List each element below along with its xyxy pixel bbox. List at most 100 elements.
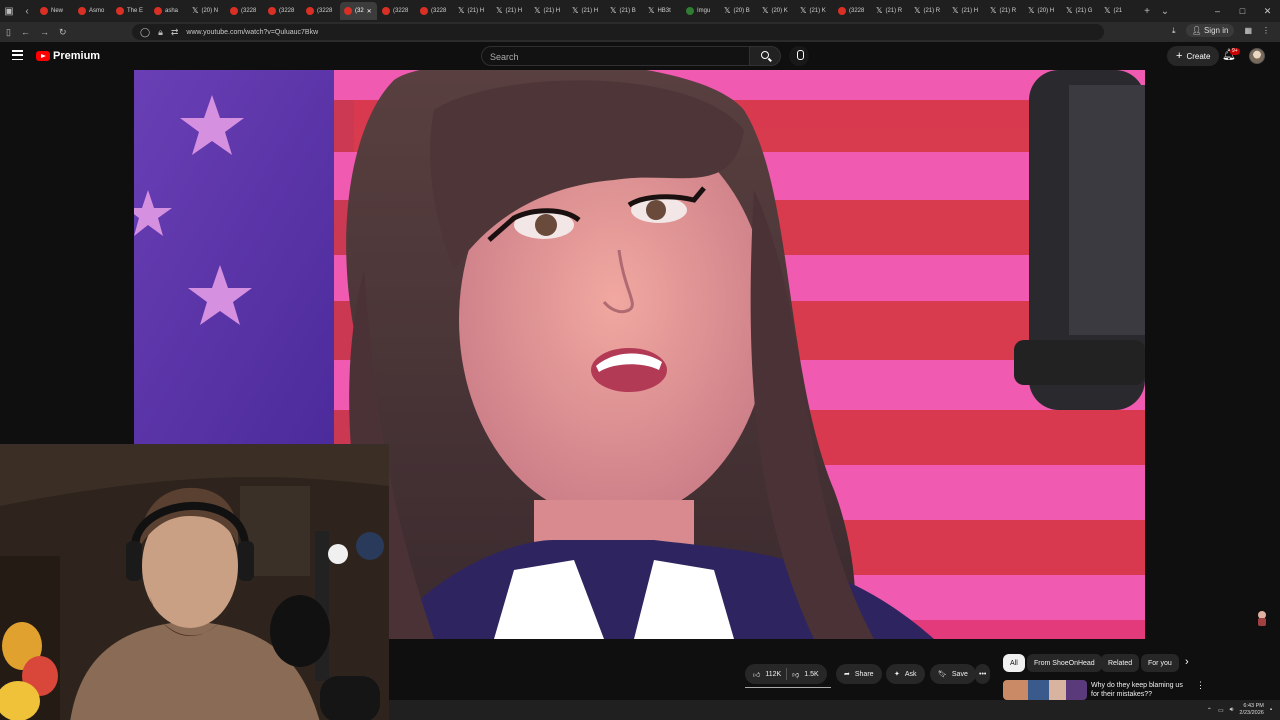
tray-chevron-icon[interactable]: ⌃ xyxy=(1207,707,1212,714)
browser-tab[interactable]: 𝕏 (21 xyxy=(1100,2,1137,20)
x-icon: 𝕏 xyxy=(876,6,883,15)
browser-tab[interactable]: 𝕏 (21) R xyxy=(872,2,909,20)
browser-tab[interactable]: (3228 xyxy=(378,2,415,20)
browser-tab[interactable]: 𝕏 (20) K xyxy=(758,2,795,20)
close-window-button[interactable]: ✕ xyxy=(1255,0,1280,22)
tab-label: The E xyxy=(127,8,144,14)
recommendation-thumbnail[interactable] xyxy=(1003,680,1087,700)
tab-label: (20) B xyxy=(733,8,750,14)
browser-tab[interactable]: 𝕏 (20) H xyxy=(1024,2,1061,20)
browser-tab[interactable]: (3228 xyxy=(416,2,453,20)
tab-list: New Asmo The Easha 𝕏 (20) N (3228 (3228 (3228 (3… xyxy=(36,2,1138,20)
more-actions-button[interactable]: ••• xyxy=(975,664,991,684)
browser-tab[interactable]: 𝕏 (21) H xyxy=(492,2,529,20)
webcam-frame xyxy=(0,446,389,720)
image-icon xyxy=(686,7,694,15)
tab-actions-icon[interactable]: ▣ xyxy=(0,6,18,17)
back-icon[interactable]: ← xyxy=(21,27,30,37)
account-avatar[interactable] xyxy=(1249,48,1265,64)
chevron-right-icon[interactable]: › xyxy=(1185,656,1189,668)
browser-tab[interactable]: 𝕏 (21) H xyxy=(530,2,567,20)
thumbs-down-icon: 👎︎ xyxy=(792,671,800,679)
chip-all[interactable]: All xyxy=(1003,654,1025,672)
minimize-button[interactable]: – xyxy=(1205,0,1230,22)
save-button[interactable]: 🔖︎ Save xyxy=(930,664,976,684)
browser-tab[interactable]: 𝕏 (20) B xyxy=(720,2,757,20)
download-icon[interactable]: ⤓ xyxy=(1172,26,1176,36)
browser-tab[interactable]: (3228 xyxy=(302,2,339,20)
x-icon: 𝕏 xyxy=(914,6,921,15)
like-button[interactable]: 👍︎ 112K xyxy=(753,670,781,679)
like-count: 112K xyxy=(765,670,782,678)
browser-tab[interactable]: Imgu xyxy=(682,2,719,20)
x-icon: 𝕏 xyxy=(534,6,541,15)
x-icon: 𝕏 xyxy=(648,6,655,15)
tab-list-button[interactable]: ⌄ xyxy=(1156,6,1174,17)
create-button[interactable]: + Create xyxy=(1167,46,1220,66)
chip-from-channel[interactable]: From ShoeOnHead xyxy=(1027,654,1102,672)
maximize-button[interactable]: □ xyxy=(1230,0,1255,22)
browser-tab[interactable]: 𝕏 (20) N xyxy=(188,2,225,20)
menu-dots-icon[interactable]: ⋮ xyxy=(1262,26,1270,35)
save-label: Save xyxy=(951,670,968,678)
sidebar-toggle-icon[interactable]: ▯ xyxy=(6,27,11,38)
extensions-icon[interactable]: ▦ xyxy=(1244,26,1252,35)
voice-search-button[interactable] xyxy=(789,46,809,66)
browser-tab[interactable]: (3228 xyxy=(264,2,301,20)
browser-tab[interactable]: Asmo xyxy=(74,2,111,20)
close-tab-icon[interactable]: ✕ xyxy=(367,8,372,15)
search-input[interactable] xyxy=(482,48,749,66)
back-tab-icon[interactable]: ‹ xyxy=(18,6,36,17)
youtube-premium-logo[interactable]: Premium xyxy=(36,50,100,62)
volume-icon[interactable]: 🔊︎ xyxy=(1230,707,1234,714)
new-tab-button[interactable]: + xyxy=(1138,6,1156,17)
browser-tab[interactable]: 𝕏 (21) K xyxy=(796,2,833,20)
ask-button[interactable]: ✦ Ask xyxy=(886,664,925,684)
browser-tab[interactable]: 𝕏 (21) G xyxy=(1062,2,1099,20)
browser-tab[interactable]: 𝕏 (21) H xyxy=(454,2,491,20)
browser-tab[interactable]: 𝕏 (21) H xyxy=(568,2,605,20)
bookmark-icon: 🔖︎ xyxy=(938,671,947,678)
chip-related[interactable]: Related xyxy=(1101,654,1140,672)
notification-center-icon[interactable]: ▪ xyxy=(1270,707,1272,713)
browser-tab[interactable]: The E xyxy=(112,2,149,20)
clock[interactable]: 6:43 PM 2/23/2026 xyxy=(1239,703,1263,717)
browser-tab[interactable]: asha xyxy=(150,2,187,20)
browser-tab[interactable]: 𝕏 (21) R xyxy=(986,2,1023,20)
tab-label: (21) G xyxy=(1075,8,1093,14)
thumbs-up-icon: 👍︎ xyxy=(753,671,761,679)
dislike-button[interactable]: 👎︎ 1.5K xyxy=(792,670,819,679)
tab-label: (3228 xyxy=(393,8,409,14)
youtube-icon xyxy=(230,7,238,15)
search-button[interactable] xyxy=(749,46,781,66)
dislike-count: 1.5K xyxy=(804,670,819,678)
chip-for-you[interactable]: For you xyxy=(1141,654,1179,672)
browser-tab[interactable]: 𝕏 (21) R xyxy=(910,2,947,20)
youtube-icon xyxy=(420,7,428,15)
plus-icon: + xyxy=(1176,50,1183,62)
browser-tab[interactable]: 𝕏 (21) B xyxy=(606,2,643,20)
reload-icon[interactable]: ↻ xyxy=(59,27,67,38)
hamburger-menu-icon[interactable] xyxy=(12,50,23,60)
youtube-icon xyxy=(116,7,124,15)
x-icon: 𝕏 xyxy=(458,6,465,15)
browser-tab[interactable]: 𝕏 HB3t xyxy=(644,2,681,20)
network-icon[interactable]: ▭ xyxy=(1218,707,1224,714)
tab-label: (3228 xyxy=(317,8,333,14)
recommendation-menu-icon[interactable]: ⋮ xyxy=(1196,680,1205,691)
browser-tab[interactable]: 𝕏 (21) H xyxy=(948,2,985,20)
recommendation-title[interactable]: Why do they keep blaming us for their mi… xyxy=(1091,681,1191,700)
url-field[interactable]: ◯ 🔒︎ ⇄ www.youtube.com/watch?v=Quluauc7B… xyxy=(132,24,1104,40)
share-icon: ➦ xyxy=(844,671,850,678)
sign-in-button[interactable]: 👤︎ Sign in xyxy=(1185,24,1235,37)
browser-tab[interactable]: (32 ✕ xyxy=(340,2,377,20)
browser-tab[interactable]: (3228 xyxy=(834,2,871,20)
share-button[interactable]: ➦ Share xyxy=(836,664,882,684)
site-settings-icon[interactable]: ⇄ xyxy=(171,27,179,38)
tab-label: (21 xyxy=(1113,8,1123,14)
forward-icon[interactable]: → xyxy=(40,27,49,37)
youtube-masthead: Premium +Create 🔔︎ 9+ xyxy=(0,42,1280,70)
browser-tab[interactable]: (3228 xyxy=(226,2,263,20)
browser-tab[interactable]: New xyxy=(36,2,73,20)
x-icon: 𝕏 xyxy=(1028,6,1035,15)
